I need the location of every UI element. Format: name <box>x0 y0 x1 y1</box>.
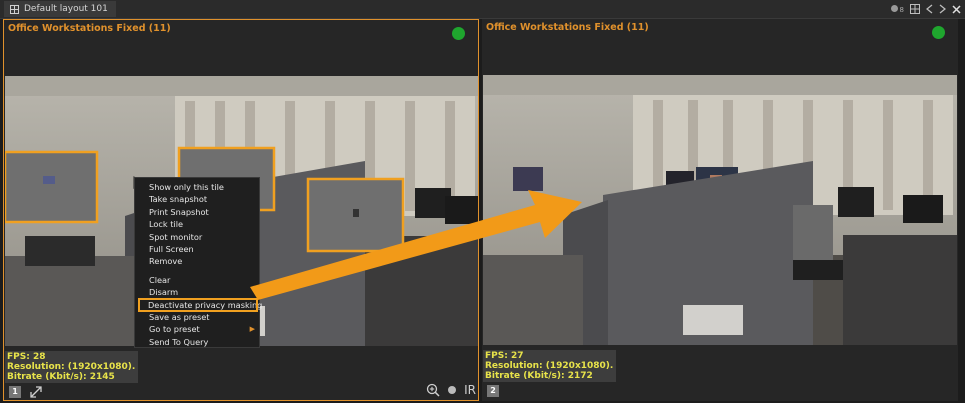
tile-title: Office Workstations Fixed (11) <box>8 23 171 34</box>
menu-item-disarm[interactable]: Disarm <box>135 286 259 298</box>
record-icon[interactable] <box>448 386 457 394</box>
tile-number-badge: 1 <box>9 386 21 398</box>
menu-item-show-only-this-tile[interactable]: Show only this tile <box>135 181 259 193</box>
resolution-text: Resolution: (1920x1080). <box>7 362 136 372</box>
menu-item-take-snapshot[interactable]: Take snapshot <box>135 193 259 205</box>
context-menu: Show only this tile Take snapshot Print … <box>134 177 262 348</box>
ir-button[interactable]: IR <box>464 383 476 397</box>
tile-tools: IR <box>426 383 476 397</box>
next-icon[interactable] <box>939 4 946 14</box>
menu-item-lock-tile[interactable]: Lock tile <box>135 218 259 230</box>
bitrate-text: Bitrate (Kbit/s): 2145 <box>7 372 115 382</box>
stream-info: FPS: 28 Resolution: (1920x1080). Bitrate… <box>5 351 139 383</box>
menu-item-spot-monitor[interactable]: Spot monitor <box>135 231 259 243</box>
fps-text: FPS: 28 <box>7 352 46 362</box>
camera-video[interactable] <box>483 75 957 345</box>
status-indicator <box>932 26 945 39</box>
layout-tab-label: Default layout 101 <box>24 4 108 14</box>
top-bar: Default layout 101 8 <box>0 0 965 19</box>
prev-icon[interactable] <box>926 4 933 14</box>
status-indicator <box>452 27 465 40</box>
submenu-arrow-icon: ▶ <box>249 325 255 334</box>
menu-item-full-screen[interactable]: Full Screen <box>135 243 259 255</box>
layout-tab[interactable]: Default layout 101 <box>4 1 116 17</box>
menu-item-save-as-preset[interactable]: Save as preset <box>135 311 259 323</box>
menu-item-clear[interactable]: Clear <box>135 274 259 286</box>
zoom-in-icon[interactable] <box>426 383 440 397</box>
resolution-text: Resolution: (1920x1080). <box>485 361 614 371</box>
camera-tile-2[interactable]: Office Workstations Fixed (11) FPS: 27 R… <box>482 19 958 401</box>
tile-title: Office Workstations Fixed (11) <box>486 22 649 33</box>
menu-item-deactivate-privacy-masking[interactable]: Deactivate privacy masking <box>138 297 262 312</box>
fps-text: FPS: 27 <box>485 351 524 361</box>
menu-item-remove[interactable]: Remove <box>135 255 259 267</box>
bitrate-text: Bitrate (Kbit/s): 2172 <box>485 371 593 381</box>
stream-info: FPS: 27 Resolution: (1920x1080). Bitrate… <box>483 350 617 382</box>
menu-item-go-to-preset[interactable]: Go to preset ▶ <box>135 323 259 335</box>
camera-count-value: 8 <box>899 5 904 14</box>
grid-icon <box>10 4 19 14</box>
menu-item-go-to-preset-label: Go to preset <box>149 324 200 335</box>
expand-icon[interactable] <box>28 384 44 400</box>
camera-count: 8 <box>890 4 904 15</box>
menu-item-send-to-query[interactable]: Send To Query <box>135 336 259 348</box>
tile-number-badge: 2 <box>487 385 499 397</box>
camera-count-icon <box>890 4 898 12</box>
menu-item-print-snapshot[interactable]: Print Snapshot <box>135 206 259 218</box>
top-right-controls: 8 <box>890 2 961 16</box>
office-scene-image <box>483 75 957 345</box>
layout-grid-icon[interactable] <box>910 4 920 14</box>
close-icon[interactable] <box>952 4 961 14</box>
